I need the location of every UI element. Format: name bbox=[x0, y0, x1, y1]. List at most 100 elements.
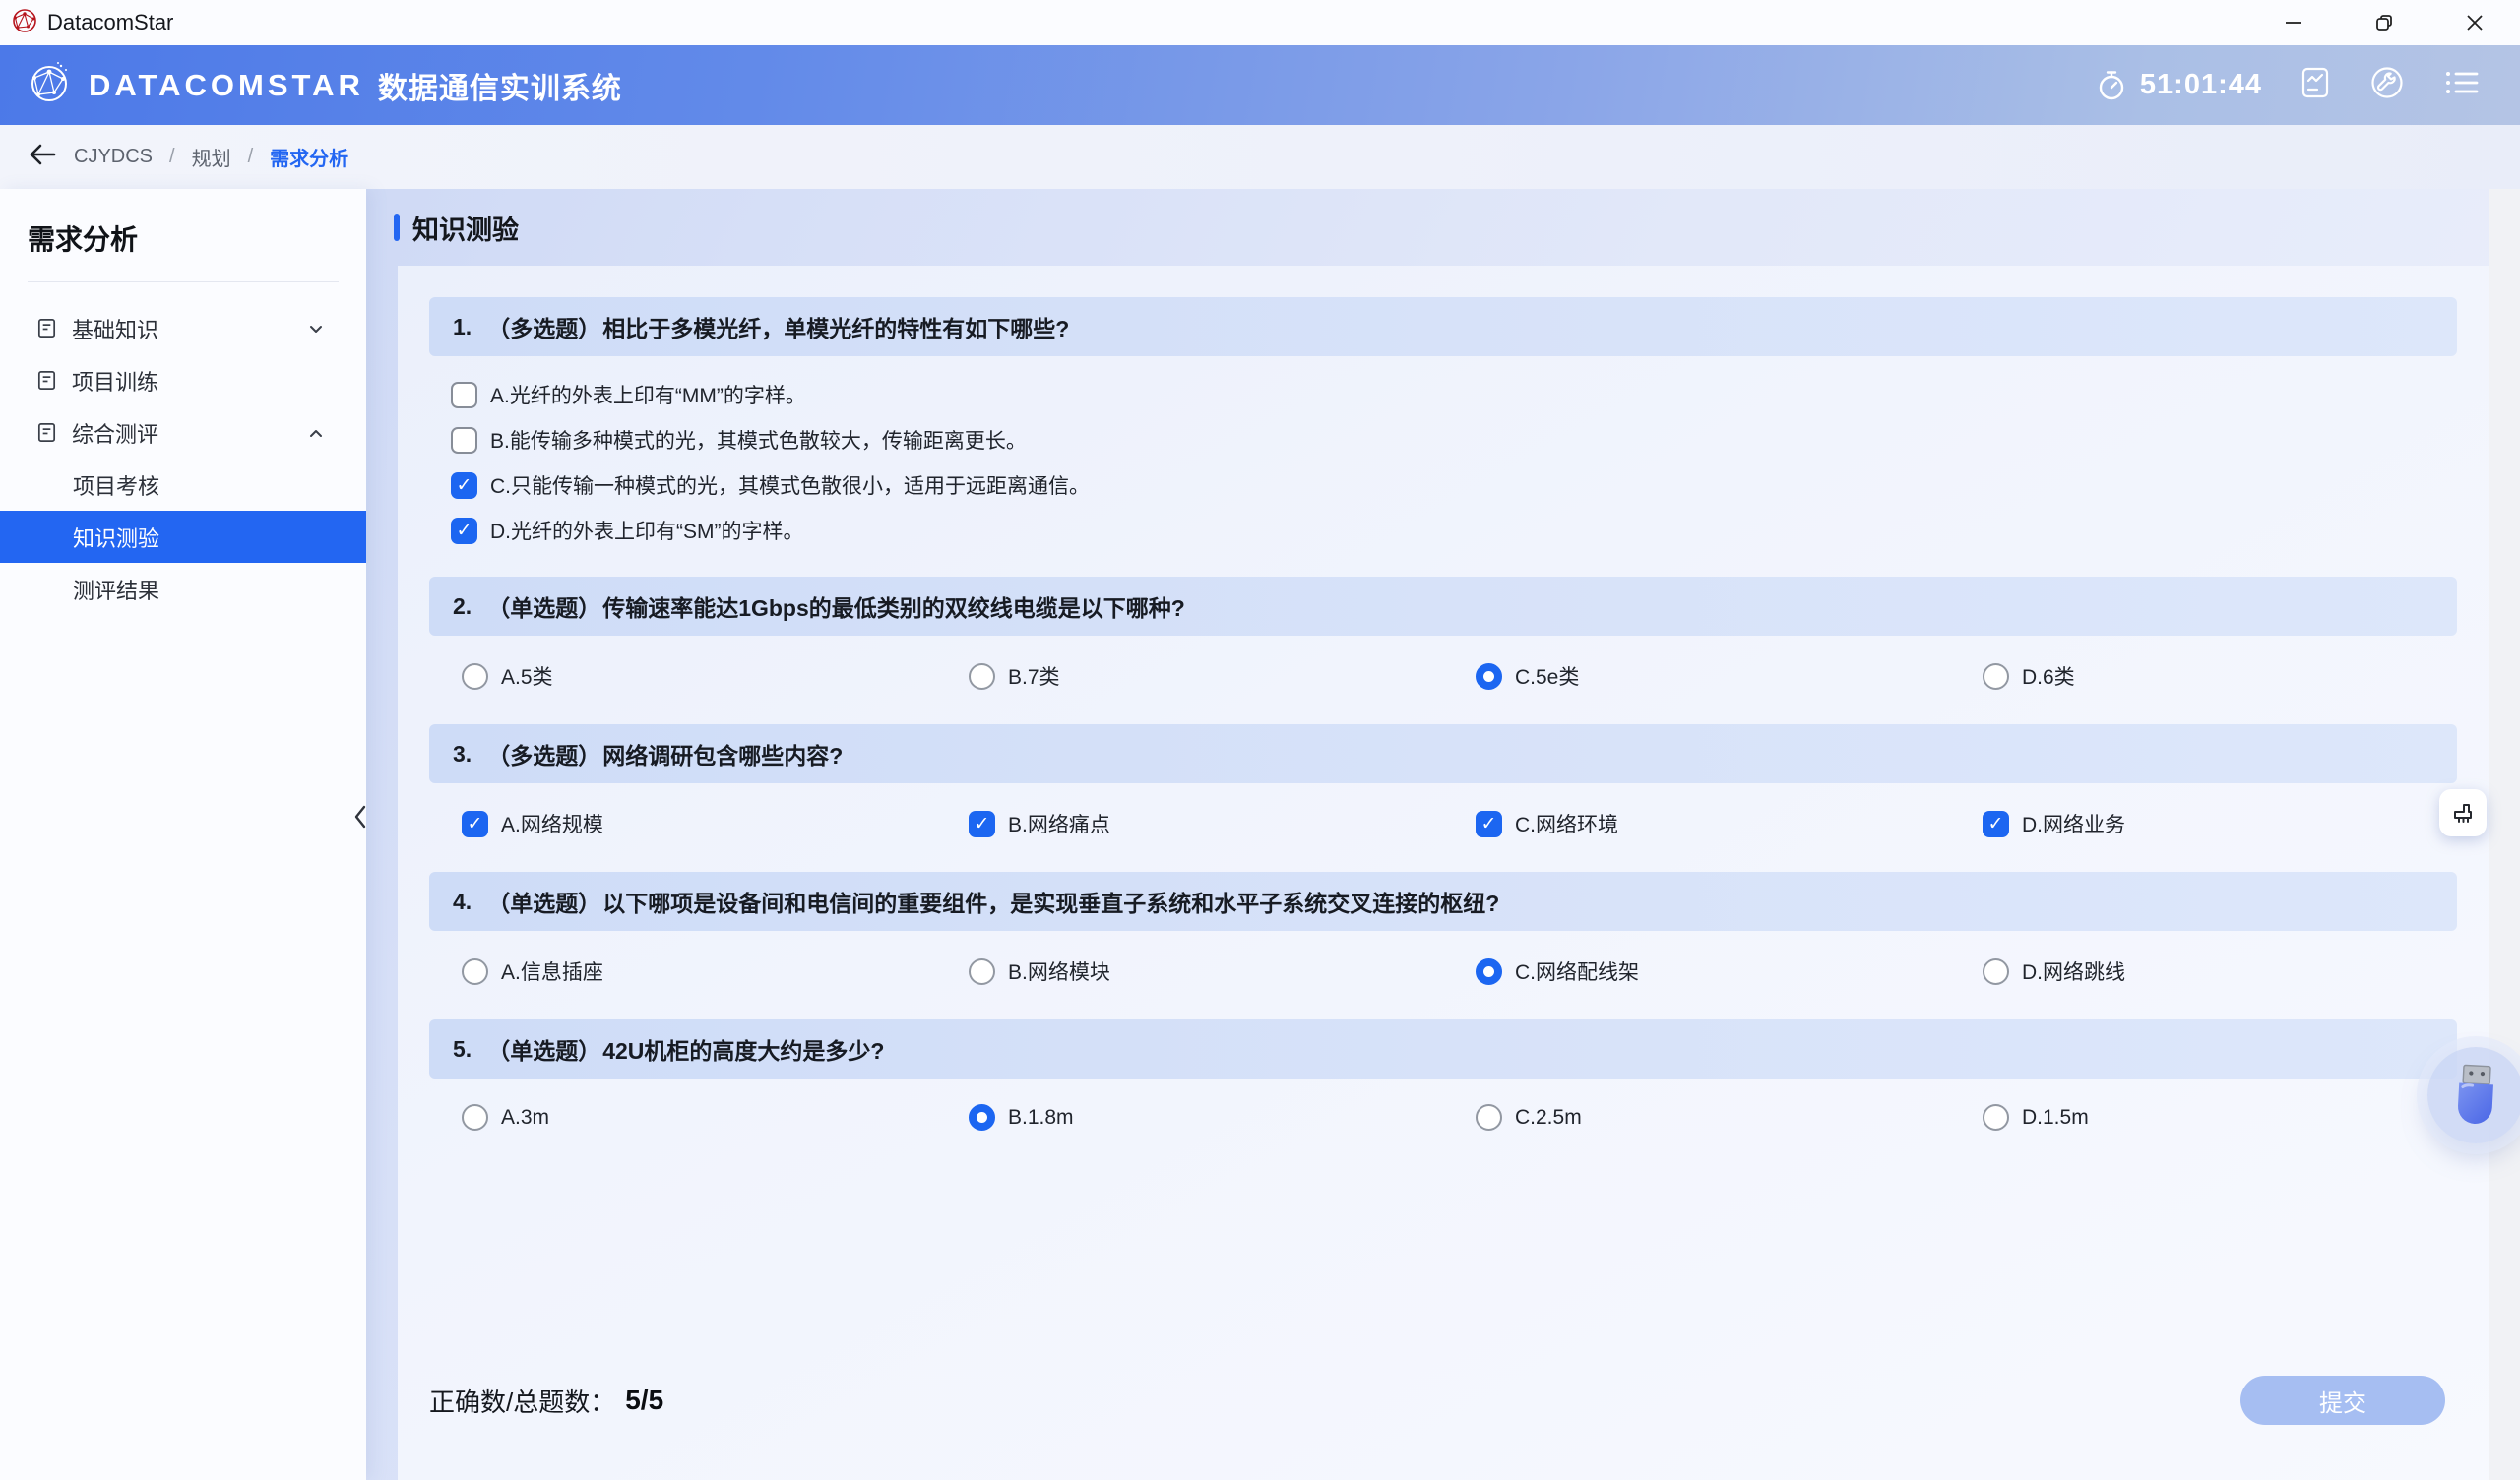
app-logo-red-globe-icon bbox=[10, 6, 39, 40]
sidebar-title: 需求分析 bbox=[0, 189, 366, 281]
option-label: A.3m bbox=[501, 1106, 549, 1130]
chevron-up-icon bbox=[307, 424, 325, 442]
tools-wrench-icon[interactable] bbox=[2368, 64, 2406, 106]
checkbox-unselected[interactable] bbox=[451, 427, 477, 454]
answer-option[interactable]: C.2.5m bbox=[1443, 1104, 1950, 1131]
answer-option[interactable]: B.7类 bbox=[936, 661, 1443, 691]
radio-unselected[interactable] bbox=[969, 958, 995, 985]
option-label: C.网络配线架 bbox=[1515, 956, 1639, 986]
checkbox-selected[interactable] bbox=[969, 811, 995, 837]
answer-option[interactable]: B.网络痛点 bbox=[936, 809, 1443, 838]
answer-option[interactable]: C.网络环境 bbox=[1443, 809, 1950, 838]
sidebar: 需求分析 基础知识 项目训练 bbox=[0, 189, 366, 1480]
document-icon bbox=[35, 369, 58, 392]
brush-icon bbox=[2449, 799, 2477, 827]
radio-unselected[interactable] bbox=[1983, 958, 2009, 985]
content-area: 需求分析 基础知识 项目训练 bbox=[0, 189, 2520, 1480]
answer-option[interactable]: D.6类 bbox=[1950, 661, 2457, 691]
answer-option[interactable]: B.网络模块 bbox=[936, 956, 1443, 986]
main-panel: 知识测验 1. （多选题） 相比于多模光纤，单模光纤的特性有如下哪些? A.光纤… bbox=[366, 189, 2520, 1480]
sidebar-item-knowledge-quiz[interactable]: 知识测验 bbox=[0, 511, 366, 563]
question-section: 4. （单选题） 以下哪项是设备间和电信间的重要组件，是实现垂直子系统和水平子系… bbox=[429, 872, 2457, 990]
question-header: 4. （单选题） 以下哪项是设备间和电信间的重要组件，是实现垂直子系统和水平子系… bbox=[429, 872, 2457, 931]
breadcrumb-separator: / bbox=[169, 146, 175, 168]
radio-unselected[interactable] bbox=[1983, 1104, 2009, 1131]
checkbox-unselected[interactable] bbox=[451, 382, 477, 408]
sidebar-item-label: 项目考核 bbox=[73, 469, 159, 501]
option-label: B.网络痛点 bbox=[1008, 809, 1110, 838]
answer-option[interactable]: A.3m bbox=[429, 1104, 936, 1131]
back-arrow-icon[interactable] bbox=[28, 142, 57, 172]
checkbox-selected[interactable] bbox=[1983, 811, 2009, 837]
usb-drive-icon bbox=[2445, 1060, 2506, 1132]
sidebar-item-project-assessment[interactable]: 项目考核 bbox=[0, 459, 366, 511]
option-label: C.5e类 bbox=[1515, 661, 1579, 691]
radio-unselected[interactable] bbox=[462, 958, 488, 985]
radio-unselected[interactable] bbox=[462, 663, 488, 690]
question-list: 1. （多选题） 相比于多模光纤，单模光纤的特性有如下哪些? A.光纤的外表上印… bbox=[429, 297, 2457, 1164]
option-label: B.网络模块 bbox=[1008, 956, 1110, 986]
answer-option[interactable]: C.只能传输一种模式的光，其模式色散很小，适用于远距离通信。 bbox=[451, 470, 2457, 500]
question-type-badge: （单选题） bbox=[487, 589, 600, 623]
answer-option[interactable]: D.光纤的外表上印有“SM”的字样。 bbox=[451, 516, 2457, 545]
answer-option[interactable]: A.网络规模 bbox=[429, 809, 936, 838]
report-icon[interactable] bbox=[2300, 66, 2331, 104]
close-icon bbox=[2465, 13, 2485, 32]
question-options: A.3m B.1.8m C.2.5m D.1.5m bbox=[429, 1079, 2457, 1135]
question-section: 5. （单选题） 42U机柜的高度大约是多少? A.3m B.1.8m C.2.… bbox=[429, 1019, 2457, 1135]
close-button[interactable] bbox=[2429, 0, 2520, 45]
answer-option[interactable]: C.网络配线架 bbox=[1443, 956, 1950, 986]
radio-selected[interactable] bbox=[1476, 663, 1502, 690]
minimize-button[interactable] bbox=[2248, 0, 2339, 45]
clean-tool-button[interactable] bbox=[2439, 789, 2487, 836]
sidebar-collapse-handle[interactable] bbox=[352, 803, 368, 835]
answer-option[interactable]: C.5e类 bbox=[1443, 661, 1950, 691]
radio-unselected[interactable] bbox=[969, 663, 995, 690]
breadcrumb-project[interactable]: CJYDCS bbox=[74, 146, 153, 168]
option-label: C.网络环境 bbox=[1515, 809, 1618, 838]
option-label: C.只能传输一种模式的光，其模式色散很小，适用于远距离通信。 bbox=[490, 470, 1090, 500]
answer-option[interactable]: A.信息插座 bbox=[429, 956, 936, 986]
answer-option[interactable]: D.网络业务 bbox=[1950, 809, 2457, 838]
menu-list-icon[interactable] bbox=[2443, 67, 2481, 103]
option-label: B.1.8m bbox=[1008, 1106, 1074, 1130]
answer-option[interactable]: A.光纤的外表上印有“MM”的字样。 bbox=[451, 380, 2457, 409]
score-label: 正确数/总题数： bbox=[429, 1383, 615, 1419]
submit-button[interactable]: 提交 bbox=[2240, 1376, 2445, 1425]
answer-option[interactable]: B.1.8m bbox=[936, 1104, 1443, 1131]
usb-drive-widget[interactable] bbox=[2427, 1047, 2520, 1143]
document-icon bbox=[35, 421, 58, 444]
sidebar-item-project-training[interactable]: 项目训练 bbox=[0, 354, 366, 406]
sidebar-item-comprehensive-evaluation[interactable]: 综合测评 bbox=[0, 406, 366, 459]
quiz-footer: 正确数/总题数： 5/5 提交 bbox=[429, 1376, 2457, 1425]
radio-unselected[interactable] bbox=[462, 1104, 488, 1131]
radio-unselected[interactable] bbox=[1983, 663, 2009, 690]
radio-selected[interactable] bbox=[969, 1104, 995, 1131]
option-label: C.2.5m bbox=[1515, 1106, 1582, 1130]
brand-wordmark: DATACOMSTAR bbox=[89, 68, 364, 103]
restore-button[interactable] bbox=[2339, 0, 2429, 45]
checkbox-selected[interactable] bbox=[462, 811, 488, 837]
sidebar-item-basic-knowledge[interactable]: 基础知识 bbox=[0, 302, 366, 354]
chevron-left-icon bbox=[352, 803, 368, 831]
timer-value: 51:01:44 bbox=[2140, 69, 2262, 101]
checkbox-selected[interactable] bbox=[451, 472, 477, 499]
question-options: A.光纤的外表上印有“MM”的字样。 B.能传输多种模式的光，其模式色散较大，传… bbox=[429, 356, 2457, 547]
question-type-badge: （单选题） bbox=[487, 885, 600, 918]
score-value: 5/5 bbox=[625, 1385, 663, 1416]
option-label: B.7类 bbox=[1008, 661, 1060, 691]
checkbox-selected[interactable] bbox=[451, 518, 477, 544]
radio-unselected[interactable] bbox=[1476, 1104, 1502, 1131]
answer-option[interactable]: B.能传输多种模式的光，其模式色散较大，传输距离更长。 bbox=[451, 425, 2457, 455]
sidebar-item-evaluation-results[interactable]: 测评结果 bbox=[0, 563, 366, 615]
answer-option[interactable]: D.1.5m bbox=[1950, 1104, 2457, 1131]
option-label: B.能传输多种模式的光，其模式色散较大，传输距离更长。 bbox=[490, 425, 1027, 455]
question-number: 5. bbox=[453, 1036, 472, 1063]
checkbox-selected[interactable] bbox=[1476, 811, 1502, 837]
option-label: A.信息插座 bbox=[501, 956, 603, 986]
breadcrumb-stage[interactable]: 规划 bbox=[192, 143, 231, 171]
answer-option[interactable]: A.5类 bbox=[429, 661, 936, 691]
radio-selected[interactable] bbox=[1476, 958, 1502, 985]
answer-option[interactable]: D.网络跳线 bbox=[1950, 956, 2457, 986]
breadcrumb-current: 需求分析 bbox=[270, 143, 348, 171]
